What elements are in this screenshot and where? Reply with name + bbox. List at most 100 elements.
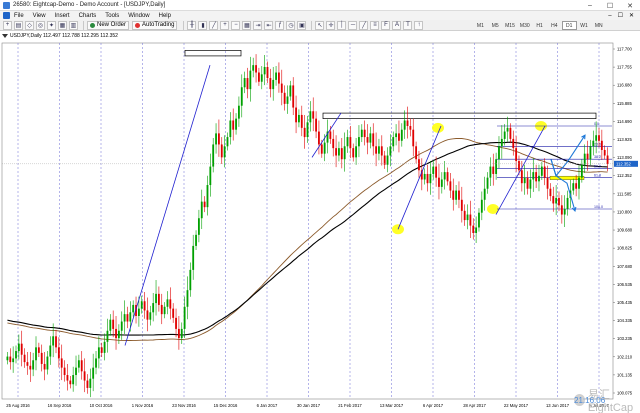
candle-body — [478, 212, 480, 228]
menu-insert[interactable]: Insert — [55, 13, 70, 19]
child-minimize-button[interactable]: – — [608, 13, 611, 19]
candle-body — [295, 107, 297, 123]
trendline — [397, 125, 442, 230]
menu-help[interactable]: Help — [159, 13, 171, 19]
candle-body — [475, 227, 478, 233]
candle-body — [77, 360, 80, 368]
zoom-out-icon[interactable]: − — [231, 20, 241, 30]
timeframe-d1[interactable]: D1 — [561, 21, 577, 30]
data-window-icon[interactable]: ◎ — [36, 20, 45, 30]
menu-view[interactable]: View — [33, 13, 46, 19]
navigator-icon[interactable]: ✦ — [47, 20, 56, 30]
candle-body — [55, 336, 57, 348]
timeframe-m15[interactable]: M15 — [503, 21, 518, 30]
price-chart[interactable]: 25 Aug 2016 16 Sep 2016 10 Oct 2016 1 Nov 2… — [0, 31, 640, 413]
menu-tools[interactable]: Tools — [105, 13, 119, 19]
menu-window[interactable]: Window — [128, 13, 149, 19]
date-tick-label: 30 Jan 2017 — [297, 403, 321, 408]
fib-level-label: 50.0 — [594, 164, 601, 168]
candle-body — [15, 351, 17, 359]
window-title: 26580: Eightcap-Demo - Demo Account - [U… — [13, 2, 166, 8]
tile-windows-icon[interactable]: ▦ — [242, 20, 252, 30]
candle-body — [86, 380, 89, 388]
timeframe-mn[interactable]: MN — [591, 21, 606, 30]
child-maximize-button[interactable]: ☐ — [618, 12, 623, 19]
candle-body — [520, 170, 523, 184]
price-tick-label: 109.680 — [617, 228, 633, 233]
equidistant-channel-icon[interactable]: ≡ — [370, 20, 380, 30]
market-watch-icon[interactable]: ◇ — [25, 20, 34, 30]
crosshair-icon[interactable]: ✛ — [326, 20, 336, 30]
periods-icon[interactable]: ◷ — [286, 20, 296, 30]
candle-body — [229, 120, 232, 138]
candle-body — [243, 78, 246, 88]
candle-body — [335, 148, 337, 156]
strategy-tester-icon[interactable]: ▥ — [69, 20, 78, 30]
indicators-icon[interactable]: ƒ — [275, 20, 285, 30]
candlestick-icon[interactable]: ▮ — [198, 20, 208, 30]
profiles-icon[interactable]: ▤ — [14, 20, 23, 30]
timeframe-m30[interactable]: M30 — [517, 21, 532, 30]
maximize-button[interactable]: ☐ — [600, 0, 620, 11]
candle-body — [518, 161, 520, 171]
trendline-icon[interactable]: ╱ — [359, 20, 369, 30]
templates-icon[interactable]: ▣ — [297, 20, 307, 30]
auto-scroll-icon[interactable]: ⇥ — [253, 20, 263, 30]
candle-body — [112, 319, 115, 329]
arrows-icon[interactable]: ↑ — [414, 20, 424, 30]
candle-body — [418, 159, 420, 171]
terminal-icon[interactable]: ▦ — [58, 20, 67, 30]
zoom-in-icon[interactable]: + — [220, 20, 230, 30]
candle-body — [100, 347, 103, 353]
candle-body — [43, 363, 46, 370]
toolbar-separator — [183, 20, 185, 30]
horizontal-line-icon[interactable]: ─ — [348, 20, 358, 30]
timeframe-m1[interactable]: M1 — [473, 21, 488, 30]
candle-body — [192, 245, 195, 270]
candle-body — [523, 177, 526, 184]
candle-body — [535, 172, 538, 182]
fib-level-label: 0.0 — [594, 122, 599, 126]
candle-body — [515, 148, 518, 162]
candle-body — [352, 148, 355, 158]
candle-body — [486, 177, 489, 189]
timeframe-h4[interactable]: H4 — [547, 21, 562, 30]
timeframe-w1[interactable]: W1 — [577, 21, 592, 30]
candle-body — [260, 74, 263, 82]
candle-body — [26, 362, 29, 366]
candle-body — [512, 138, 515, 149]
line-chart-icon[interactable]: ╱ — [209, 20, 219, 30]
label-icon[interactable]: T — [403, 20, 413, 30]
fibonacci-icon[interactable]: F — [381, 20, 391, 30]
close-button[interactable]: ✕ — [620, 0, 640, 11]
candle-body — [472, 225, 475, 233]
bar-chart-icon[interactable]: ╫ — [187, 20, 197, 30]
candle-body — [237, 105, 240, 119]
chart-area[interactable]: 25 Aug 2016 16 Sep 2016 10 Oct 2016 1 Nov 2… — [0, 31, 640, 413]
candle-body — [529, 179, 532, 189]
new-chart-icon[interactable]: + — [3, 20, 12, 30]
timeframe-h1[interactable]: H1 — [532, 21, 547, 30]
candle-body — [23, 354, 26, 363]
child-close-button[interactable]: ✕ — [629, 12, 634, 19]
autotrading-button[interactable]: AutoTrading — [132, 20, 178, 30]
minimize-button[interactable]: – — [580, 0, 600, 11]
candle-body — [498, 146, 500, 160]
candle-body — [49, 345, 52, 357]
candle-body — [395, 133, 398, 138]
chart-shift-icon[interactable]: ⇤ — [264, 20, 274, 30]
menu-file[interactable]: File — [14, 13, 24, 19]
new-order-button[interactable]: New Order — [87, 20, 130, 30]
candle-body — [132, 304, 135, 313]
candle-body — [166, 299, 169, 307]
candle-body — [292, 85, 295, 108]
candle-body — [63, 367, 66, 376]
candle-body — [409, 126, 412, 130]
candle-body — [46, 356, 49, 370]
candle-body — [563, 209, 566, 215]
text-icon[interactable]: A — [392, 20, 402, 30]
cursor-icon[interactable]: ↖ — [315, 20, 325, 30]
timeframe-m5[interactable]: M5 — [488, 21, 503, 30]
menu-charts[interactable]: Charts — [79, 13, 97, 19]
vertical-line-icon[interactable]: │ — [337, 20, 347, 30]
